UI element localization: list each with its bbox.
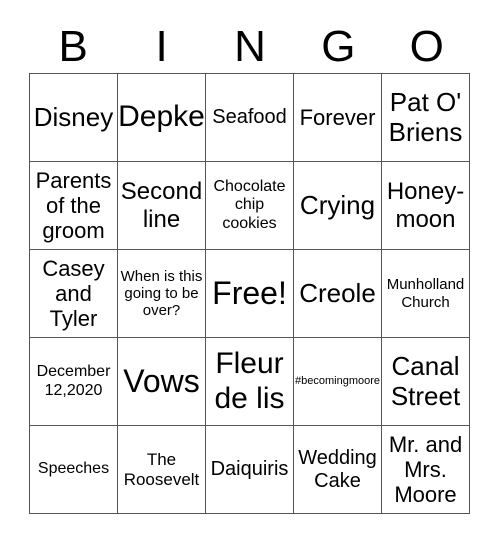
bingo-cell[interactable]: Chocolate chip cookies [206,162,294,250]
bingo-cell[interactable]: Canal Street [382,338,470,426]
bingo-cell[interactable]: When is this going to be over? [118,250,206,338]
header-letter-o: O [409,22,444,71]
bingo-cell[interactable]: The Roosevelt [118,426,206,514]
header-letter-i: I [155,22,168,71]
bingo-cell[interactable]: Depke [118,74,206,162]
bingo-cell[interactable]: December 12,2020 [30,338,118,426]
bingo-cell[interactable]: Daiquiris [206,426,294,514]
bingo-cell[interactable]: Speeches [30,426,118,514]
bingo-cell[interactable]: Pat O' Briens [382,74,470,162]
bingo-cell[interactable]: Wedding Cake [294,426,382,514]
bingo-cell[interactable]: Parents of the groom [30,162,118,250]
bingo-cell[interactable]: Creole [294,250,382,338]
free-space[interactable]: Free! [206,250,294,338]
bingo-cell[interactable]: #becomingmoore [294,338,382,426]
header-letter-n: N [234,22,266,71]
bingo-cell[interactable]: Vows [118,338,206,426]
bingo-cell[interactable]: Crying [294,162,382,250]
bingo-grid: Disney Depke Seafood Forever Pat O' Brie… [29,73,470,514]
bingo-cell[interactable]: Forever [294,74,382,162]
bingo-header: B I N G O [29,22,471,72]
header-letter-g: G [321,22,356,71]
bingo-cell[interactable]: Fleur de lis [206,338,294,426]
bingo-cell[interactable]: Casey and Tyler [30,250,118,338]
bingo-cell[interactable]: Seafood [206,74,294,162]
bingo-cell[interactable]: Munholland Church [382,250,470,338]
bingo-cell[interactable]: Mr. and Mrs. Moore [382,426,470,514]
header-letter-b: B [58,22,88,71]
bingo-cell[interactable]: Disney [30,74,118,162]
bingo-cell[interactable]: Second line [118,162,206,250]
bingo-cell[interactable]: Honey-moon [382,162,470,250]
